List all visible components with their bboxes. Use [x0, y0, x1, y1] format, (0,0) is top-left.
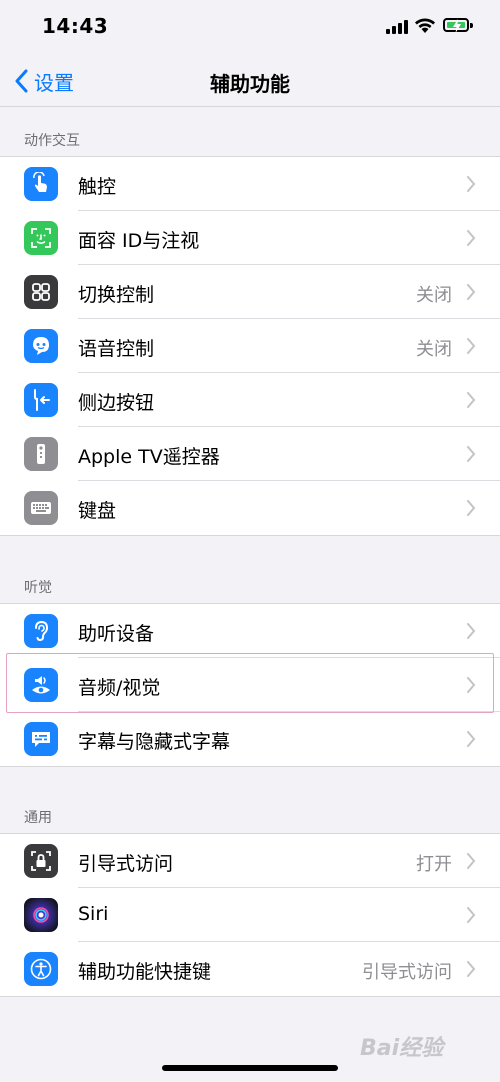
row-audio-visual[interactable]: 音频/视觉 [0, 658, 500, 712]
chevron-right-icon [467, 961, 476, 977]
watermark: Bai经验 [360, 1036, 444, 1061]
row-label: 触控 [78, 176, 117, 198]
section-header-general: 通用 [24, 810, 52, 826]
navigation-bar: 设置 辅助功能 [0, 56, 500, 107]
subtitles-icon [24, 722, 58, 756]
chevron-right-icon [467, 446, 476, 462]
row-label: 切换控制 [78, 284, 155, 306]
chevron-right-icon [467, 731, 476, 747]
chevron-right-icon [467, 230, 476, 246]
face-id-icon [24, 221, 58, 255]
row-label: 键盘 [78, 500, 117, 522]
row-value: 打开 [416, 854, 452, 875]
settings-group-interaction: 触控 面容 ID与注视 切换控制 关闭 语音控制 关闭 侧边按钮 Apple T… [0, 156, 500, 536]
accessibility-icon [24, 952, 58, 986]
home-indicator[interactable] [162, 1065, 338, 1071]
row-label: 助听设备 [78, 623, 155, 645]
row-label: 语音控制 [78, 338, 155, 360]
ear-icon [24, 614, 58, 648]
remote-icon [24, 437, 58, 471]
status-time: 14:43 [42, 14, 109, 38]
cellular-signal-icon [386, 20, 408, 34]
row-label: 字幕与隐藏式字幕 [78, 731, 231, 753]
row-face-id[interactable]: 面容 ID与注视 [0, 211, 500, 265]
status-bar: 14:43 [0, 0, 500, 56]
row-label: 侧边按钮 [78, 392, 155, 414]
switch-control-icon [24, 275, 58, 309]
guided-access-icon [24, 844, 58, 878]
battery-icon [443, 18, 469, 33]
battery-cap [470, 23, 473, 28]
row-label: Apple TV遥控器 [78, 446, 220, 468]
row-keyboard[interactable]: 键盘 [0, 481, 500, 535]
row-value: 关闭 [416, 285, 452, 306]
side-button-icon [24, 383, 58, 417]
row-label: 辅助功能快捷键 [78, 961, 212, 983]
settings-group-general: 引导式访问 打开 Siri 辅助功能快捷键 引导式访问 [0, 833, 500, 997]
chevron-right-icon [467, 176, 476, 192]
chevron-right-icon [467, 338, 476, 354]
page-title: 辅助功能 [210, 72, 290, 96]
audio-visual-icon [24, 668, 58, 702]
keyboard-icon [24, 491, 58, 525]
row-label: 面容 ID与注视 [78, 230, 200, 252]
row-siri[interactable]: Siri [0, 888, 500, 942]
siri-icon [24, 898, 58, 932]
row-hearing-devices[interactable]: 助听设备 [0, 604, 500, 658]
touch-icon [24, 167, 58, 201]
row-switch-control[interactable]: 切换控制 关闭 [0, 265, 500, 319]
settings-group-hearing: 助听设备 音频/视觉 字幕与隐藏式字幕 [0, 603, 500, 767]
chevron-right-icon [467, 623, 476, 639]
chevron-right-icon [467, 392, 476, 408]
row-value: 关闭 [416, 339, 452, 360]
row-subtitles-captioning[interactable]: 字幕与隐藏式字幕 [0, 712, 500, 766]
section-header-interaction: 动作交互 [24, 133, 80, 149]
row-accessibility-shortcut[interactable]: 辅助功能快捷键 引导式访问 [0, 942, 500, 996]
row-voice-control[interactable]: 语音控制 关闭 [0, 319, 500, 373]
row-value: 引导式访问 [362, 962, 452, 983]
row-side-button[interactable]: 侧边按钮 [0, 373, 500, 427]
section-header-hearing: 听觉 [24, 580, 52, 596]
row-touch[interactable]: 触控 [0, 157, 500, 211]
chevron-right-icon [467, 500, 476, 516]
chevron-right-icon [467, 677, 476, 693]
chevron-right-icon [467, 907, 476, 923]
wifi-icon [415, 18, 435, 33]
row-apple-tv-remote[interactable]: Apple TV遥控器 [0, 427, 500, 481]
row-label: 引导式访问 [78, 853, 174, 875]
row-label: Siri [78, 903, 109, 925]
voice-control-icon [24, 329, 58, 363]
chevron-right-icon [467, 284, 476, 300]
row-label: 音频/视觉 [78, 677, 161, 699]
chevron-right-icon [467, 853, 476, 869]
row-guided-access[interactable]: 引导式访问 打开 [0, 834, 500, 888]
